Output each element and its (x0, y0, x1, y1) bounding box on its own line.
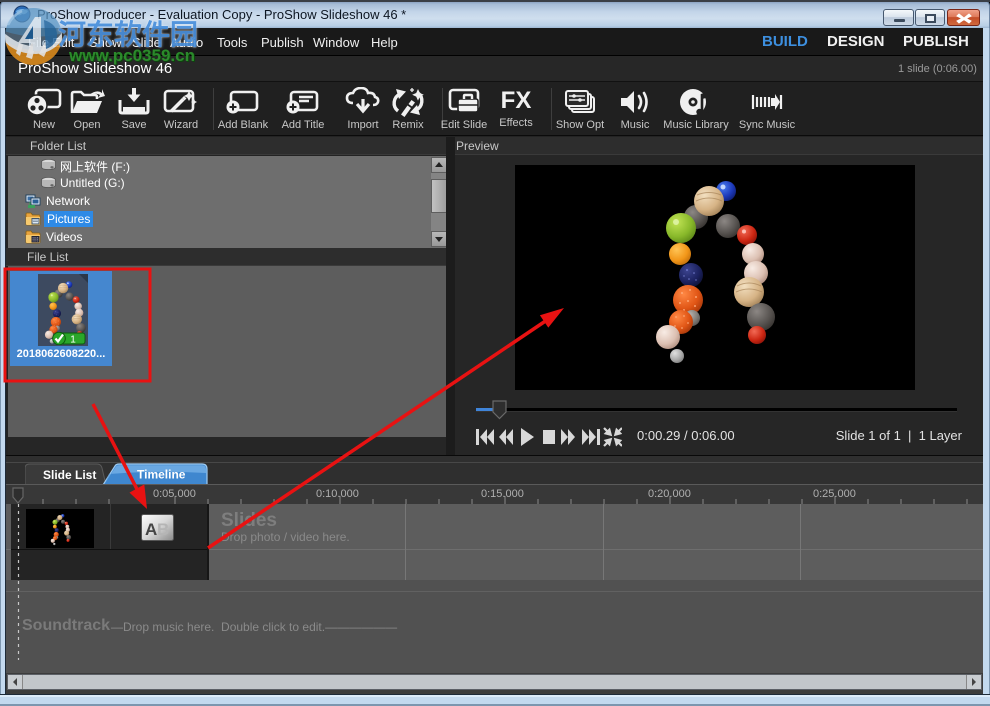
svg-text:Slide List: Slide List (43, 468, 96, 482)
svg-text:B: B (157, 520, 169, 539)
svg-text:Timeline: Timeline (137, 468, 186, 482)
svg-text:1: 1 (70, 335, 76, 346)
svg-text:A: A (145, 520, 157, 539)
